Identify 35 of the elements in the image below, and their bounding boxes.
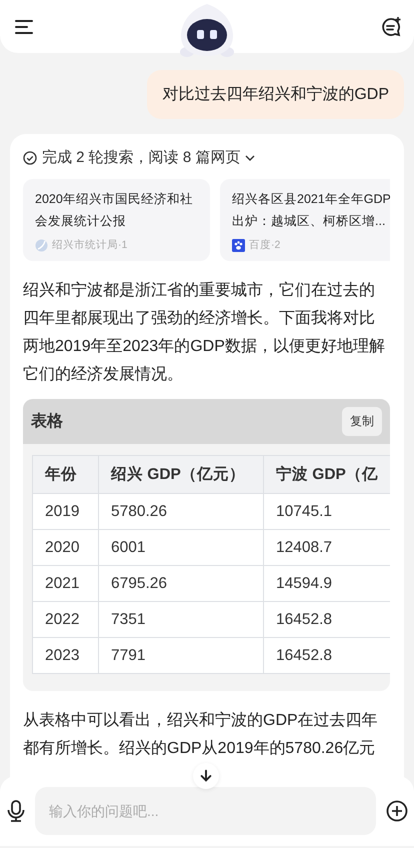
answer-paragraph: 绍兴和宁波都是浙江省的重要城市，它们在过去的四年里都展现出了强劲的经济增长。下面我将对比两地2019年至2023年的GDP数据，以便更好地理解它们的经济发展情况。 bbox=[23, 280, 386, 385]
table-cell: 7791 bbox=[98, 638, 264, 674]
menu-icon[interactable] bbox=[14, 18, 34, 34]
source-name: 绍兴市统计局·1 bbox=[52, 238, 128, 252]
source-name: 百度·2 bbox=[249, 238, 280, 252]
source-title: 2020年绍兴市国民经济和社会发展统计公报 bbox=[35, 191, 194, 230]
table-cell: 7351 bbox=[98, 602, 264, 638]
table-title: 表格 bbox=[31, 412, 63, 432]
table-cell: 2019 bbox=[32, 494, 98, 530]
down-arrow-icon bbox=[199, 769, 213, 783]
check-circle-icon bbox=[23, 150, 37, 164]
table-cell: 2020 bbox=[32, 530, 98, 566]
new-chat-icon[interactable] bbox=[380, 16, 402, 38]
message-input[interactable]: 输入你的问题吧... bbox=[35, 787, 376, 835]
source-card[interactable]: 绍兴各区县2021年全年GDP出炉：越城区、柯桥区增... 百度·2 bbox=[220, 179, 390, 261]
paw-icon bbox=[232, 238, 245, 252]
add-icon[interactable] bbox=[386, 800, 408, 822]
table-cell: 6001 bbox=[98, 530, 264, 566]
table-cell: 6795.26 bbox=[98, 566, 264, 602]
source-title: 绍兴各区县2021年全年GDP出炉：越城区、柯桥区增... bbox=[232, 191, 390, 230]
table-cell: 2021 bbox=[32, 566, 98, 602]
answer-paragraph: 从表格中可以看出，绍兴和宁波的GDP在过去四年都有所增长。绍兴的GDP从2019年的5780.26亿元 bbox=[23, 710, 379, 759]
table-cell: 2022 bbox=[32, 602, 98, 638]
table-cell: 2023 bbox=[32, 638, 98, 674]
user-message: 对比过去四年绍兴和宁波的GDP bbox=[147, 70, 404, 119]
column-header: 年份 bbox=[32, 456, 98, 494]
globe-icon bbox=[35, 238, 48, 252]
microphone-icon[interactable] bbox=[7, 800, 25, 822]
search-summary[interactable]: 完成 2 轮搜索，阅读 8 篇网页 bbox=[23, 148, 404, 167]
source-card[interactable]: 2020年绍兴市国民经济和社会发展统计公报 绍兴市统计局·1 bbox=[23, 179, 210, 261]
column-header: 绍兴 GDP（亿元） bbox=[98, 456, 264, 494]
copy-button[interactable]: 复制 bbox=[342, 407, 382, 436]
column-header: 宁波 GDP（亿 bbox=[264, 456, 390, 494]
table-cell: 5780.26 bbox=[98, 494, 264, 530]
chevron-down-icon bbox=[245, 154, 256, 162]
